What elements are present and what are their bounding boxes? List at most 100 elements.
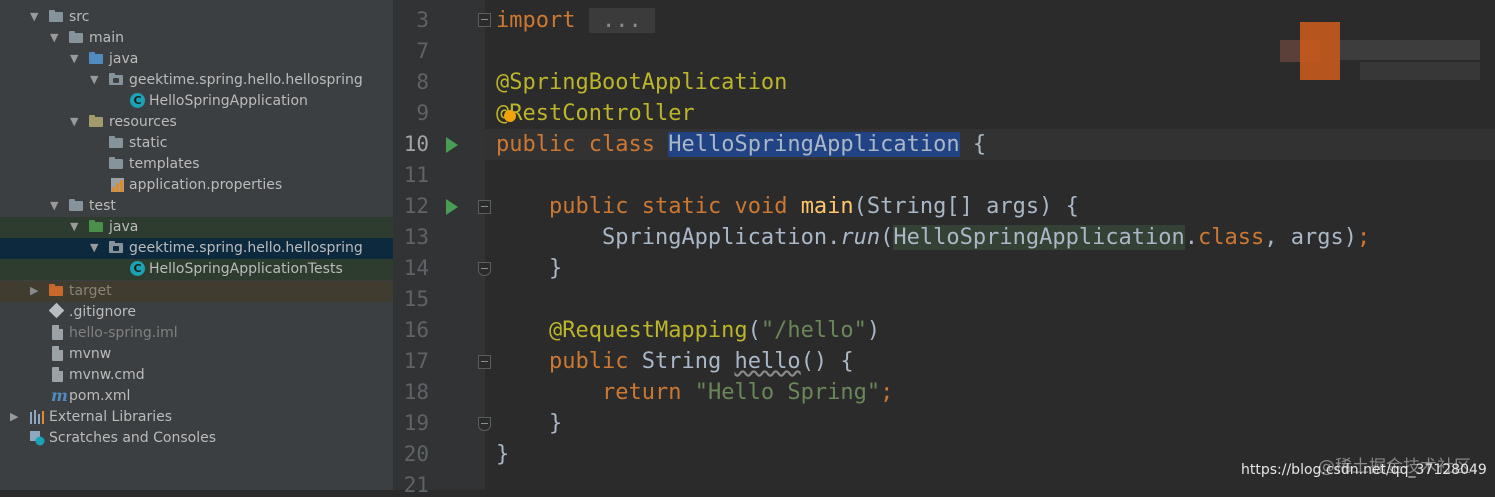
tree-item-main[interactable]: ▼ main xyxy=(0,28,393,49)
line-number: 9 xyxy=(416,101,429,125)
tree-item-label: mvnw xyxy=(69,346,112,362)
tree-item-label: target xyxy=(69,283,112,299)
project-tree[interactable]: ▼ src ▼ main ▼ java ▼ geektime.spring.he… xyxy=(0,0,393,490)
line-number: 15 xyxy=(403,287,429,311)
chevron-right-icon[interactable]: ▶ xyxy=(10,409,22,423)
tree-item-label: hello-spring.iml xyxy=(69,325,178,341)
tree-item-label: .gitignore xyxy=(69,304,136,320)
tree-item-label: java xyxy=(109,219,139,235)
code-line-8: @SpringBootApplication xyxy=(496,70,788,95)
code-line-3: import ... xyxy=(496,8,655,33)
tree-item-label: java xyxy=(109,51,139,67)
folder-icon xyxy=(68,30,85,46)
resources-folder-icon xyxy=(88,114,105,130)
tree-item-mvnw-cmd[interactable]: mvnw.cmd xyxy=(0,365,393,386)
tree-item-package-main[interactable]: ▼ geektime.spring.hello.hellospring xyxy=(0,70,393,91)
line-number: 16 xyxy=(403,318,429,342)
tree-item-test[interactable]: ▼ test xyxy=(0,196,393,217)
tree-item-mvnw[interactable]: mvnw xyxy=(0,344,393,365)
code-editor[interactable]: import ... @SpringBootApplication @RestC… xyxy=(478,0,1495,490)
fold-collapse-icon[interactable] xyxy=(478,355,491,369)
tree-item-package-test[interactable]: ▼ geektime.spring.hello.hellospring xyxy=(0,238,393,259)
scratches-icon xyxy=(28,430,45,446)
tree-item-label: resources xyxy=(109,114,177,130)
tree-item-label: geektime.spring.hello.hellospring xyxy=(129,240,363,256)
blurred-overlay xyxy=(1360,62,1480,80)
code-line-13: SpringApplication.run(HelloSpringApplica… xyxy=(601,225,1371,250)
line-number: 14 xyxy=(403,256,429,280)
tree-item-target[interactable]: ▶ target xyxy=(0,281,393,302)
tree-item-pom-xml[interactable]: m pom.xml xyxy=(0,386,393,407)
fold-end-icon[interactable] xyxy=(478,262,491,276)
line-number: 8 xyxy=(416,70,429,94)
chevron-down-icon[interactable]: ▼ xyxy=(30,9,42,23)
tree-item-resources[interactable]: ▼ resources xyxy=(0,112,393,133)
source-folder-icon xyxy=(88,51,105,67)
chevron-down-icon[interactable]: ▼ xyxy=(50,198,62,212)
tree-item-static[interactable]: static xyxy=(0,133,393,154)
tree-item-label: mvnw.cmd xyxy=(69,367,145,383)
tree-item-label: pom.xml xyxy=(69,388,131,404)
line-number: 20 xyxy=(403,442,429,466)
tree-item-gitignore[interactable]: .gitignore xyxy=(0,302,393,323)
spring-class-icon: C xyxy=(129,93,146,109)
watermark-url: https://blog.csdn.net/qq_37128049 xyxy=(1241,462,1487,478)
editor-gutter: 3 7 8 9 10 11 12 13 14 15 16 17 18 19 20… xyxy=(393,0,485,497)
tree-item-label: templates xyxy=(129,156,200,172)
chevron-down-icon[interactable]: ▼ xyxy=(70,114,82,128)
tree-item-external-libraries[interactable]: ▶ External Libraries xyxy=(0,407,393,428)
line-number: 11 xyxy=(403,163,429,187)
code-line-19: } xyxy=(548,411,563,436)
code-line-12: public static void main(String[] args) { xyxy=(548,194,1079,219)
run-main-icon[interactable] xyxy=(446,199,458,215)
chevron-down-icon[interactable]: ▼ xyxy=(90,240,102,254)
tree-item-label: static xyxy=(129,135,168,151)
chevron-right-icon[interactable]: ▶ xyxy=(30,283,42,297)
line-number: 3 xyxy=(416,8,429,32)
tree-item-java-test[interactable]: ▼ java xyxy=(0,217,393,238)
chevron-down-icon[interactable]: ▼ xyxy=(70,51,82,65)
fold-collapse-icon[interactable] xyxy=(478,200,491,214)
package-icon xyxy=(108,72,125,88)
tree-item-label: geektime.spring.hello.hellospring xyxy=(129,72,363,88)
code-line-9: @RestController xyxy=(496,101,695,126)
tree-item-label: External Libraries xyxy=(49,409,172,425)
code-line-16: @RequestMapping("/hello") xyxy=(548,318,881,343)
maven-icon: m xyxy=(51,386,68,405)
tree-item-scratches-and-consoles[interactable]: Scratches and Consoles xyxy=(0,428,393,449)
tree-item-application-properties[interactable]: application.properties xyxy=(0,175,393,196)
file-icon xyxy=(49,346,66,362)
tree-item-label: src xyxy=(69,9,90,25)
code-line-14: } xyxy=(548,256,563,281)
tree-item-label: test xyxy=(89,198,116,214)
excluded-folder-icon xyxy=(48,283,65,299)
tree-item-src[interactable]: ▼ src xyxy=(0,7,393,28)
chevron-down-icon[interactable]: ▼ xyxy=(70,219,82,233)
code-line-17: public String hello() { xyxy=(548,349,854,374)
tree-item-label: application.properties xyxy=(129,177,283,193)
tree-item-label: HelloSpringApplicationTests xyxy=(149,261,343,277)
fold-expand-icon[interactable] xyxy=(478,13,491,27)
run-class-icon[interactable] xyxy=(446,137,458,153)
intention-bulb-icon[interactable] xyxy=(504,110,516,122)
folder-icon xyxy=(108,156,125,172)
tree-item-java-main[interactable]: ▼ java xyxy=(0,49,393,70)
chevron-down-icon[interactable]: ▼ xyxy=(50,30,62,44)
line-number-current: 10 xyxy=(403,132,429,156)
file-icon xyxy=(49,325,66,341)
line-number: 21 xyxy=(403,473,429,497)
tree-item-hellospringapplicationtests[interactable]: C HelloSpringApplicationTests xyxy=(0,259,393,280)
chevron-down-icon[interactable]: ▼ xyxy=(90,72,102,86)
fold-end-icon[interactable] xyxy=(478,417,491,431)
tree-item-hello-spring-iml[interactable]: hello-spring.iml xyxy=(0,323,393,344)
tree-item-templates[interactable]: templates xyxy=(0,154,393,175)
tree-item-hellospringapplication[interactable]: C HelloSpringApplication xyxy=(0,91,393,112)
code-line-20: } xyxy=(496,442,510,467)
package-icon xyxy=(108,240,125,256)
line-number: 12 xyxy=(403,194,429,218)
blurred-overlay xyxy=(1340,40,1480,60)
folded-imports[interactable]: ... xyxy=(588,8,655,33)
line-number: 19 xyxy=(403,411,429,435)
tree-item-label: Scratches and Consoles xyxy=(49,430,216,446)
file-icon xyxy=(49,367,66,383)
